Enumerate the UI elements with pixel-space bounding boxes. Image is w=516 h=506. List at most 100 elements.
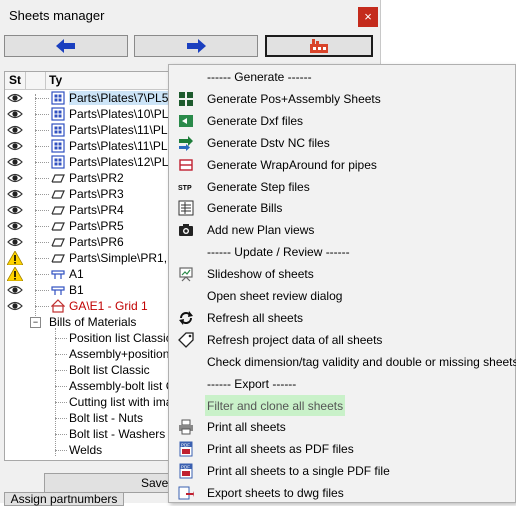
menu-item-print-all-sheets-to-a-single-pdf-file[interactable]: PDF Print all sheets to a single PDF file [173,460,513,481]
menu-section-update-review: ------ Update / Review ------ [173,241,513,262]
menu-item-print-all-sheets-as-pdf-files[interactable]: PDF Print all sheets as PDF files [173,438,513,459]
close-button[interactable]: × [358,7,378,27]
eye-icon[interactable] [7,91,23,105]
tree-connector [55,338,67,340]
menu-item-label: Slideshow of sheets [207,267,314,282]
menu-item-refresh-project-data-of-all-sheets[interactable]: Refresh project data of all sheets [173,329,513,350]
bills-icon [178,200,194,216]
profile-icon-glyph [51,254,65,263]
eye-icon-glyph [7,141,23,151]
eye-icon-glyph [7,285,23,295]
row-label[interactable]: Parts\Plates\11\PL3 [69,123,174,137]
eye-icon[interactable] [7,203,23,217]
eye-icon[interactable] [7,283,23,297]
row-label[interactable]: Parts\PR4 [69,203,124,217]
row-label[interactable]: A1 [69,267,84,281]
warning-icon-glyph [6,266,24,282]
collapse-icon[interactable]: − [30,317,41,328]
factory-icon [310,39,328,53]
row-label[interactable]: Parts\PR3 [69,187,124,201]
menu-item-slideshow-of-sheets[interactable]: Slideshow of sheets [173,263,513,284]
menu-item-add-new-plan-views[interactable]: Add new Plan views [173,219,513,240]
warning-icon[interactable] [6,250,24,266]
eye-icon[interactable] [7,219,23,233]
menu-item-label: Filter and clone all sheets [207,398,344,413]
eye-icon[interactable] [7,107,23,121]
menu-item-generate-step-files[interactable]: STP Generate Step files [173,176,513,197]
tag-icon [178,332,194,348]
dwg-export-icon [178,485,194,501]
menu-item-generate-dxf-files[interactable]: Generate Dxf files [173,110,513,131]
tree-connector [35,98,49,100]
assign-partnumbers-button[interactable]: Assign partnumbers [4,492,124,506]
eye-icon[interactable] [7,235,23,249]
forward-button[interactable] [134,35,258,57]
type-column-header[interactable]: Ty [49,73,62,87]
printer-icon-glyph [179,419,193,435]
row-label[interactable]: GA\E1 - Grid 1 [69,299,148,313]
menu-item-label: Add new Plan views [207,223,315,238]
row-label[interactable]: Parts\PR5 [69,219,124,233]
pdf-icon: PDF [178,463,194,479]
stp-icon: STP [178,179,194,195]
row-label[interactable]: Parts\Plates\7\PL5,F [69,91,180,105]
assembly-icon [51,155,65,169]
assembly-icon-glyph [51,107,65,121]
menu-item-generate-bills[interactable]: Generate Bills [173,197,513,218]
tree-connector [35,130,49,132]
menu-item-generate-dstv-nc-files[interactable]: Generate Dstv NC files [173,132,513,153]
eye-icon[interactable] [7,187,23,201]
back-button[interactable] [4,35,128,57]
bill-item-label[interactable]: Bolt list - Nuts [69,411,143,427]
eye-icon[interactable] [7,139,23,153]
tree-connector [35,290,49,292]
menu-item-filter-and-clone-all-sheets[interactable]: Filter and clone all sheets [205,394,345,416]
tree-connector [35,274,49,276]
window-title: Sheets manager [9,8,105,23]
bills-group-label: Bills of Materials [49,315,137,329]
bill-item-label[interactable]: Position list Classic [69,331,172,347]
eye-icon[interactable] [7,299,23,313]
save-button[interactable]: Save [44,473,174,493]
stp-icon-glyph: STP [178,185,192,192]
menu-item-generate-wraparound-for-pipes[interactable]: Generate WrapAround for pipes [173,154,513,175]
bill-item-label[interactable]: Bolt list Classic [69,363,150,379]
bill-item-label[interactable]: Bolt list - Washers [69,427,165,443]
row-label[interactable]: B1 [69,283,84,297]
row-label[interactable]: Parts\Simple\PR1,PF [69,251,182,265]
status-column-header[interactable]: St [9,73,21,87]
grid-icon-glyph [179,91,193,106]
warning-icon-glyph [6,250,24,266]
tree-connector [35,306,49,308]
beam-icon-glyph [51,270,65,279]
menu-item-print-all-sheets[interactable]: Print all sheets [173,416,513,437]
row-label[interactable]: Parts\Plates\10\PL2 [69,107,175,121]
menu-item-label: Check dimension/tag validity and double … [207,354,516,369]
beam-icon-glyph [51,286,65,295]
row-label[interactable]: Parts\Plates\12\PL1 [69,155,175,169]
menu-item-export-sheets-to-dwg-files[interactable]: Export sheets to dwg files [173,482,513,503]
bill-item-label[interactable]: Welds [69,443,102,459]
row-label[interactable]: Parts\Plates\11\PL6 [69,139,174,153]
bill-item-label[interactable]: Assembly+position lis [69,347,184,363]
eye-icon[interactable] [7,171,23,185]
tree-connector [55,354,67,356]
assembly-icon-glyph [51,139,65,153]
menu-item-open-sheet-review-dialog[interactable]: Open sheet review dialog [173,285,513,306]
eye-icon[interactable] [7,123,23,137]
row-label[interactable]: Parts\PR2 [69,171,124,185]
refresh-icon-glyph [179,310,193,325]
eye-icon[interactable] [7,155,23,169]
context-menu: ------ Generate ------ Generate Pos+Assem… [168,64,516,503]
profile-icon [51,251,65,265]
warning-icon[interactable] [6,266,24,282]
menu-item-generate-pos-assembly-sheets[interactable]: Generate Pos+Assembly Sheets [173,88,513,109]
tree-connector [35,242,49,244]
bill-item-label[interactable]: Assembly-bolt list Cla [69,379,184,395]
menu-item-label: Print all sheets as PDF files [207,442,354,457]
row-label[interactable]: Parts\PR6 [69,235,124,249]
general-arrangement-icon-glyph [50,299,66,313]
actions-menu-button[interactable] [265,35,373,57]
menu-item-check-dimension-tag-validity-and-double-or-missing-sheets[interactable]: Check dimension/tag validity and double … [173,351,516,372]
menu-item-refresh-all-sheets[interactable]: Refresh all sheets [173,307,513,328]
